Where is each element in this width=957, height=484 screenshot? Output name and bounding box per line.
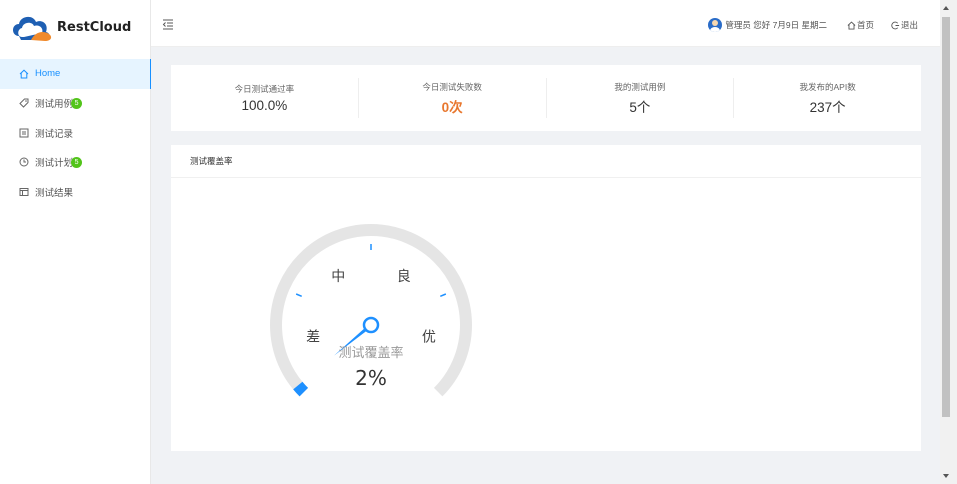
sidebar-item-test-cases[interactable]: 测试用例 5 <box>0 89 151 119</box>
header-user-area: 管理员 您好 7月9日 星期二 首页 退出 <box>708 15 918 35</box>
main-content: 今日测试通过率 100.0% 今日测试失败数 0次 我的测试用例 5个 我发布的… <box>151 47 940 484</box>
top-header: 管理员 您好 7月9日 星期二 首页 退出 <box>151 0 940 47</box>
stat-label: 今日测试通过率 <box>234 84 295 94</box>
sidebar-item-label: Home <box>35 68 61 80</box>
stat-value: 5个 <box>629 99 651 115</box>
home-link[interactable]: 首页 <box>847 19 874 31</box>
gauge-value: 2% <box>355 366 387 390</box>
sidebar-item-test-plans[interactable]: 测试计划 5 <box>0 148 151 178</box>
record-icon <box>19 128 29 138</box>
cloud-logo-icon <box>13 16 52 41</box>
sidebar-item-test-records[interactable]: 测试记录 <box>0 118 151 148</box>
gauge-needle-pivot <box>362 316 380 334</box>
stat-fail-count: 今日测试失败数 0次 <box>359 78 547 118</box>
stat-label: 我发布的API数 <box>799 81 856 92</box>
stat-published-apis: 我发布的API数 237个 <box>734 78 921 118</box>
stat-pass-rate: 今日测试通过率 100.0% <box>171 78 359 118</box>
gauge-category-label: 差 <box>306 330 320 346</box>
gauge-category-label: 中 <box>331 269 345 285</box>
home-link-label: 首页 <box>856 20 874 30</box>
gauge-svg: 差 中 良优测试覆盖率 2% <box>270 224 472 397</box>
sidebar-item-label: 测试记录 <box>35 128 74 140</box>
clock-icon <box>19 157 29 167</box>
arrow-down-icon <box>943 474 949 478</box>
stat-value: 100.0% <box>241 98 288 113</box>
gauge-category-label: 良 <box>397 269 411 285</box>
logout-link-label: 退出 <box>900 20 918 30</box>
stat-label: 我的测试用例 <box>614 81 666 92</box>
stat-my-cases: 我的测试用例 5个 <box>547 78 735 118</box>
sidebar-item-home[interactable]: Home <box>0 59 152 89</box>
count-badge: 5 <box>71 97 83 109</box>
scrollbar[interactable] <box>940 0 957 484</box>
panel-title: 测试覆盖率 <box>171 145 921 178</box>
sidebar-item-test-results[interactable]: 测试结果 <box>0 177 151 207</box>
menu-fold-icon[interactable] <box>162 17 174 30</box>
brand-name: RestCloud <box>57 19 132 35</box>
app: RestCloud Home 测试用例 5 测试记录 测试计划 5 测试结果 管… <box>0 0 957 484</box>
stat-value: 237个 <box>809 99 846 115</box>
scroll-down-button[interactable] <box>940 467 957 484</box>
home-icon <box>847 20 856 30</box>
stats-card: 今日测试通过率 100.0% 今日测试失败数 0次 我的测试用例 5个 我发布的… <box>171 65 921 131</box>
sidebar-item-label: 测试结果 <box>35 187 74 199</box>
logo[interactable]: RestCloud <box>9 9 149 45</box>
arrow-up-icon <box>943 6 949 10</box>
coverage-gauge: 差 中 良优测试覆盖率 2% <box>266 215 481 405</box>
stat-value: 0次 <box>441 99 463 115</box>
tag-icon <box>19 98 29 108</box>
scroll-up-button[interactable] <box>940 0 957 17</box>
sidebar-item-label: 测试用例 <box>35 99 74 111</box>
gauge-tick <box>295 293 302 297</box>
home-icon <box>19 69 29 79</box>
sidebar-item-label: 测试计划 <box>35 158 74 170</box>
count-badge: 5 <box>71 156 83 168</box>
coverage-panel: 测试覆盖率 差中良优测试覆盖率 2% <box>171 145 921 451</box>
logout-icon <box>891 21 900 29</box>
logout-link[interactable]: 退出 <box>891 19 918 31</box>
sidebar-menu: Home 测试用例 5 测试记录 测试计划 5 测试结果 <box>0 59 152 207</box>
avatar[interactable] <box>708 18 723 32</box>
gauge-name: 测试覆盖率 <box>338 345 403 361</box>
greeting-text: 管理员 您好 7月9日 星期二 <box>725 20 827 30</box>
gauge-progress <box>293 381 309 397</box>
gauge-tick <box>440 293 447 297</box>
stat-label: 今日测试失败数 <box>422 81 482 92</box>
sidebar: RestCloud Home 测试用例 5 测试记录 测试计划 5 测试结果 <box>0 0 152 484</box>
gauge-category-label: 优 <box>422 330 436 346</box>
scroll-thumb[interactable] <box>942 17 950 417</box>
result-icon <box>19 187 29 197</box>
